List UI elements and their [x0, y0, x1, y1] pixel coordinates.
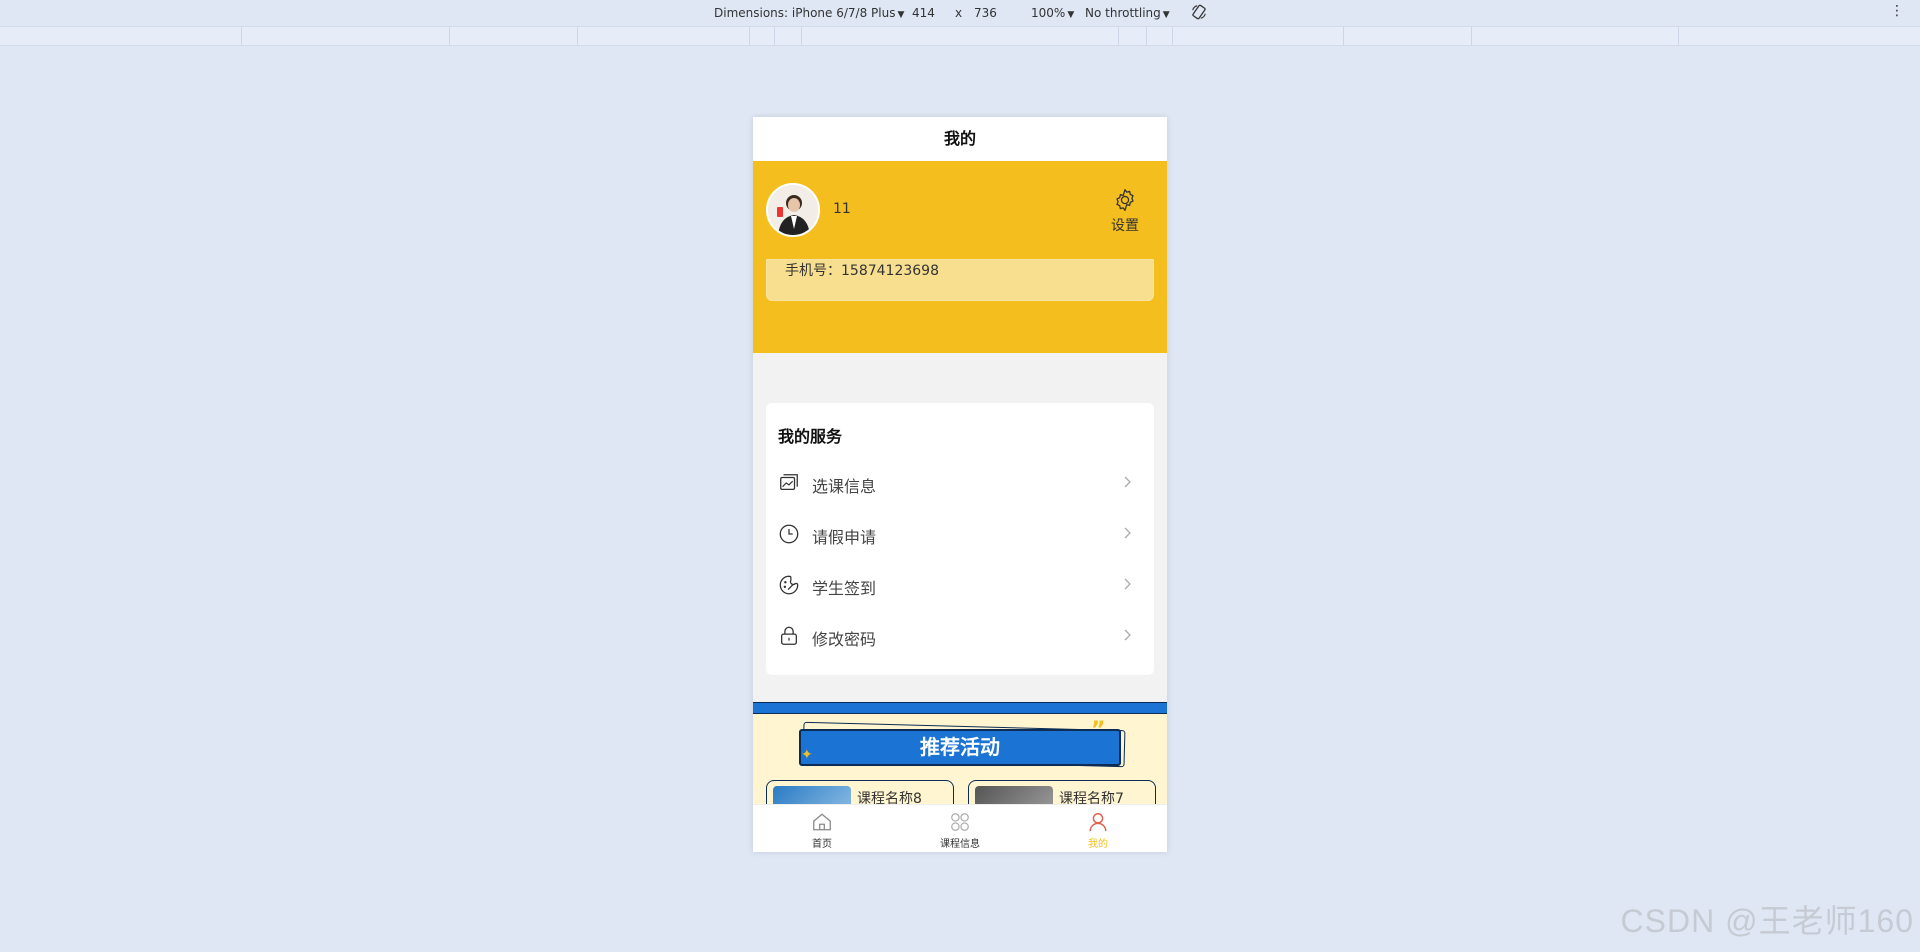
settings-label: 设置 [1111, 218, 1139, 234]
service-label: 学生签到 [812, 579, 877, 598]
tab-label: 我的 [1088, 839, 1108, 850]
tab-bar: 首页 课程信息 我的 [753, 804, 1167, 852]
promo-divider [753, 702, 1167, 714]
device-label: Dimensions: iPhone 6/7/8 Plus [714, 6, 896, 20]
service-item-student-checkin[interactable]: 学生签到 [766, 560, 1154, 611]
tab-course-info[interactable]: 课程信息 [920, 811, 1000, 850]
user-icon [1089, 813, 1107, 832]
services-card: 我的服务 选课信息 请假申请 学生签到 修改密码 [766, 403, 1154, 675]
lock-icon [781, 626, 797, 645]
throttling-label: No throttling [1085, 6, 1161, 20]
width-input[interactable]: 414 [912, 6, 935, 20]
service-label: 选课信息 [812, 477, 877, 496]
clock-icon [779, 524, 799, 544]
sparkle-icon: ✦ [801, 747, 813, 763]
profile-header: 11 设置 手机号：15874123698 [753, 161, 1167, 353]
home-icon [813, 813, 831, 831]
palette-icon [779, 575, 799, 595]
chevron-right-icon [1124, 578, 1131, 590]
media-query-ruler [0, 26, 1920, 46]
device-select[interactable]: Dimensions: iPhone 6/7/8 Plus ▼ [714, 6, 904, 20]
service-item-change-password[interactable]: 修改密码 [766, 611, 1154, 662]
service-item-leave-request[interactable]: 请假申请 [766, 509, 1154, 560]
phone-card: 手机号：15874123698 [766, 259, 1154, 301]
tab-mine[interactable]: 我的 [1058, 811, 1138, 850]
tab-home[interactable]: 首页 [782, 811, 862, 850]
chevron-down-icon: ▼ [897, 10, 905, 20]
avatar[interactable] [766, 183, 820, 237]
image-card-icon [780, 474, 798, 491]
chevron-right-icon [1124, 527, 1131, 539]
phone-number: 手机号：15874123698 [785, 263, 939, 279]
chevron-down-icon: ▼ [1067, 10, 1075, 20]
devtools-toolbar: Dimensions: iPhone 6/7/8 Plus ▼ 414 x 736… [0, 0, 1920, 26]
page-title: 我的 [753, 117, 1167, 161]
more-options-icon[interactable]: ⋮ [1890, 4, 1904, 18]
service-item-course-selection[interactable]: 选课信息 [766, 458, 1154, 509]
promo-title: 推荐活动 [799, 729, 1121, 766]
chevron-right-icon [1124, 629, 1131, 641]
settings-button[interactable]: 设置 [1105, 187, 1145, 235]
avatar-image [768, 185, 818, 235]
throttling-select[interactable]: No throttling ▼ [1085, 6, 1170, 20]
quote-icon: ” [1091, 718, 1106, 743]
service-label: 请假申请 [812, 528, 877, 547]
chevron-right-icon [1124, 476, 1131, 488]
phone-viewport: 我的 11 设置 手机号：15874123698 我的服务 选课信息 请假申请 … [753, 117, 1167, 852]
height-input[interactable]: 736 [974, 6, 997, 20]
zoom-select[interactable]: 100% ▼ [1031, 6, 1074, 20]
tab-label: 首页 [812, 839, 832, 850]
grid-icon [951, 813, 969, 831]
watermark: CSDN @王老师160 [1620, 903, 1914, 939]
zoom-label: 100% [1031, 6, 1066, 20]
tab-label: 课程信息 [940, 839, 980, 850]
username: 11 [833, 201, 851, 217]
services-title: 我的服务 [778, 427, 843, 446]
times-sign: x [955, 6, 963, 20]
chevron-down-icon: ▼ [1162, 10, 1170, 20]
service-label: 修改密码 [812, 630, 877, 649]
gear-icon [1116, 189, 1134, 211]
rotate-icon[interactable] [1190, 3, 1208, 21]
